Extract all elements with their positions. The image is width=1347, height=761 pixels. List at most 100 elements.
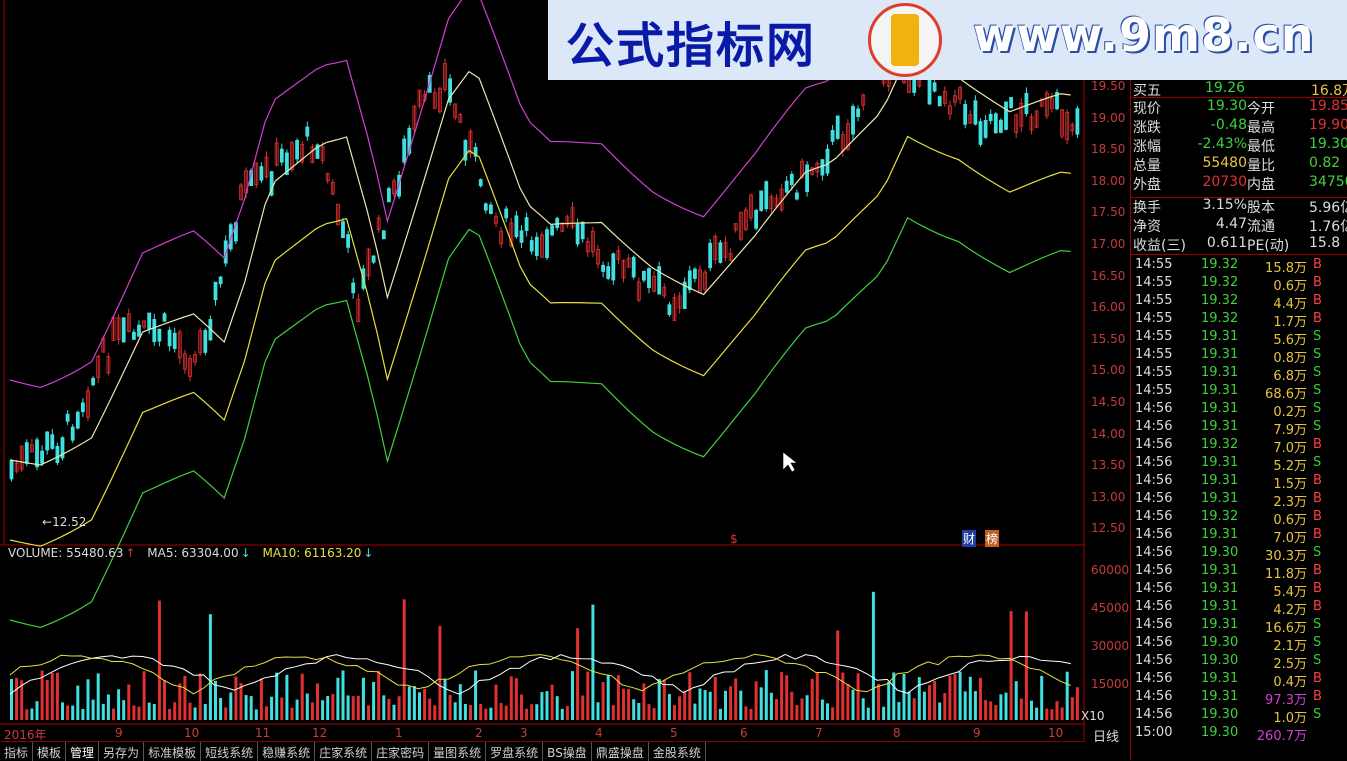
candle-body <box>70 426 75 441</box>
candle-body <box>213 281 218 301</box>
candle-body <box>534 236 539 257</box>
volume-bar <box>698 688 702 720</box>
volume-tick-label: 45000 <box>1091 601 1130 615</box>
rank-marker[interactable]: 榜 <box>985 530 1000 547</box>
volume-bar <box>479 703 483 720</box>
volume-bar <box>377 670 381 720</box>
volume-bar <box>958 671 962 720</box>
candle-body <box>611 253 616 281</box>
x-tick-label: 10 <box>1048 726 1064 740</box>
price-tick-label: 16.00 <box>1091 300 1126 315</box>
volume-bar <box>780 672 784 720</box>
price-chart[interactable] <box>0 0 1130 741</box>
candle-body <box>346 234 351 248</box>
volume-bar <box>596 702 600 720</box>
tick-volume: 15.8万 <box>1265 261 1307 276</box>
tab-9[interactable]: 量图系统 <box>429 742 487 761</box>
candle-body <box>305 126 310 137</box>
quote-value: 19.30 <box>1309 136 1347 152</box>
volume-bar <box>96 673 100 720</box>
volume-bar <box>132 705 136 720</box>
tick-direction: S <box>1313 545 1322 560</box>
volume-bar <box>270 696 274 720</box>
tab-8[interactable]: 庄家密码 <box>372 742 430 761</box>
candle-body <box>642 271 646 281</box>
tab-3[interactable]: 另存为 <box>99 742 145 761</box>
tick-volume: 16.6万 <box>1265 621 1307 636</box>
tab-5[interactable]: 短线系统 <box>201 742 259 761</box>
tab-7[interactable]: 庄家系统 <box>315 742 373 761</box>
x-tick-label: 6 <box>740 726 748 740</box>
volume-bar <box>1070 697 1074 720</box>
tab-13[interactable]: 金股系统 <box>649 742 706 761</box>
volume-bar <box>484 708 488 720</box>
volume-bar <box>280 697 284 720</box>
tab-0[interactable]: 指标 <box>0 742 34 761</box>
x-tick-label: 8 <box>893 726 901 740</box>
volume-bar <box>795 705 799 720</box>
tick-time: 14:56 <box>1135 437 1173 452</box>
tick-direction: S <box>1313 635 1322 650</box>
volume-bar <box>683 690 687 720</box>
tick-volume: 5.4万 <box>1273 585 1307 600</box>
candle-body <box>162 313 167 322</box>
candle-body <box>856 108 860 117</box>
tab-1[interactable]: 模板 <box>33 742 67 761</box>
candle-body <box>545 229 549 258</box>
tab-11[interactable]: BS操盘 <box>543 742 592 761</box>
tab-4[interactable]: 标准模板 <box>144 742 202 761</box>
period-label[interactable]: 日线 <box>1093 726 1119 745</box>
candle-body <box>131 331 136 340</box>
volume-bar <box>142 671 146 720</box>
volume-bar <box>871 591 875 720</box>
volume-bar <box>805 695 809 720</box>
volume-bar <box>535 704 539 720</box>
candle-body <box>647 268 651 289</box>
volume-bar <box>586 671 590 720</box>
tick-time: 14:56 <box>1135 491 1173 506</box>
volume-bar <box>673 705 676 720</box>
volume-bar <box>917 677 921 720</box>
tick-price: 19.31 <box>1201 491 1239 506</box>
volume-bar <box>463 704 467 720</box>
volume-bar <box>922 691 926 720</box>
volume-bar <box>744 706 748 720</box>
volume-bar <box>846 683 850 720</box>
tick-volume: 2.1万 <box>1273 639 1307 654</box>
tick-direction: B <box>1313 473 1322 488</box>
tick-volume: 68.6万 <box>1265 387 1307 402</box>
volume-bar <box>438 625 442 720</box>
x-tick-label: 11 <box>255 726 271 740</box>
tab-6[interactable]: 稳赚系统 <box>258 742 316 761</box>
banner-url: www.9m8.cn <box>973 8 1315 62</box>
tab-2[interactable]: 管理 <box>66 742 100 761</box>
volume-bar <box>530 704 534 720</box>
tick-direction: B <box>1313 671 1322 686</box>
tick-price: 19.31 <box>1201 563 1239 578</box>
tick-direction: B <box>1313 563 1322 578</box>
candle-body <box>580 221 585 240</box>
candle-body <box>550 225 554 236</box>
tab-12[interactable]: 鼎盛操盘 <box>592 742 649 761</box>
volume-bar <box>565 706 569 720</box>
volume-bar <box>1055 701 1059 720</box>
volume-bar <box>229 692 233 720</box>
finance-marker[interactable]: 财 <box>962 530 977 547</box>
tick-volume: 0.6万 <box>1273 513 1307 528</box>
tab-10[interactable]: 罗盘系统 <box>486 742 544 761</box>
volume-bar <box>336 677 340 720</box>
tick-time: 14:56 <box>1135 653 1173 668</box>
volume-bar <box>902 674 906 720</box>
volume-bar <box>514 678 518 720</box>
candle-body <box>784 180 789 193</box>
volume-bar <box>591 604 595 720</box>
volume-bar <box>550 684 554 720</box>
tick-direction: B <box>1313 491 1322 506</box>
candle-body <box>575 223 580 245</box>
tick-price: 19.31 <box>1201 581 1239 596</box>
event-marker-s[interactable]: $ <box>730 532 738 546</box>
candle-body <box>75 411 80 429</box>
volume-bar <box>1040 675 1044 720</box>
volume-bar <box>953 674 957 720</box>
volume-bar <box>831 707 835 720</box>
